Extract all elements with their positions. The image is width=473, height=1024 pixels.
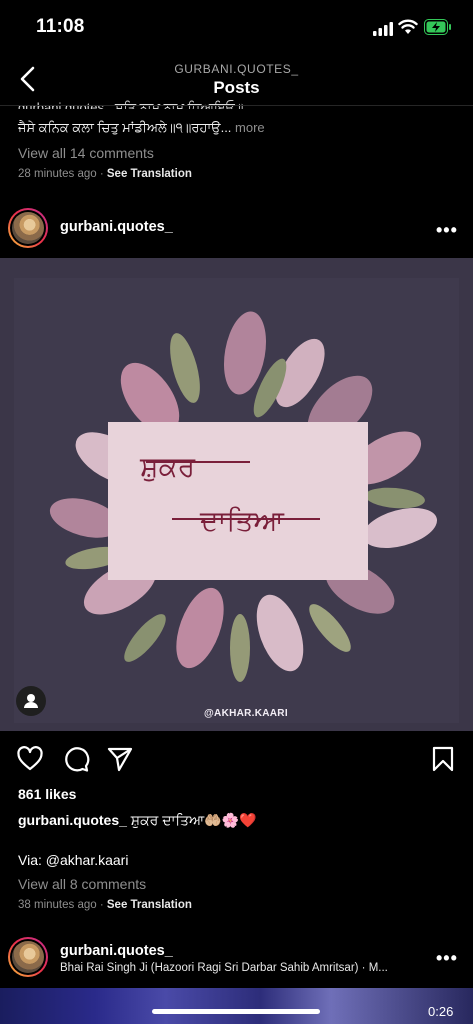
previous-post-meta: 28 minutes ago · See Translation [18,168,192,180]
via-credit: Via: @akhar.kaari [18,852,129,868]
post-time: 38 minutes ago [18,899,97,911]
wifi-icon [398,19,418,34]
caption-text: ਸ਼ੁਕਰ ਦਾਤਿਆ🤲🏼🌸❤️ [126,812,257,828]
previous-caption: ਜੈਸੇ ਕਨਿਕ ਕਲਾ ਚਿਤੁ ਮਾਂਡੀਅਲੇ॥੧॥ਰਹਾਉ... mo… [18,120,265,136]
status-time: 11:08 [36,16,85,37]
post-meta: 38 minutes ago · See Translation [18,899,192,911]
more-link[interactable]: more [231,120,265,135]
more-options-icon[interactable]: ••• [436,220,458,241]
floral-artwork: ਸ਼ੁਕਰ ਦਾਤਿਆ [14,278,459,723]
next-post-avatar[interactable] [8,937,48,977]
send-icon[interactable] [106,745,134,773]
previous-see-translation-link[interactable]: See Translation [107,168,192,180]
previous-caption-line: gurbani.quotes_ ਸਤਿ ਨਾਮੁ ਨਾਮੁ ਧਿਆਇਓ॥ [18,100,244,109]
header-divider [0,105,473,106]
battery-charging-icon [424,19,451,35]
page-title: Posts [213,78,260,97]
previous-view-comments-link[interactable]: View all 14 comments [18,145,154,161]
post-caption: gurbani.quotes_ ਸ਼ੁਕਰ ਦਾਤਿਆ🤲🏼🌸❤️ [18,812,257,829]
home-indicator[interactable] [152,1009,320,1014]
avatar[interactable] [8,208,48,248]
tagged-user-icon[interactable] [16,686,46,716]
next-more-options-icon[interactable]: ••• [436,948,458,969]
like-count[interactable]: 861 likes [18,786,76,802]
artwork-credit: @AKHAR.KAARI [204,708,288,719]
post-username[interactable]: gurbani.quotes_ [60,219,173,235]
artwork-text-line1: ਸ਼ੁਕਰ [139,450,196,483]
artwork-text-line2: ਦਾਤਿਆ [199,504,284,537]
see-translation-link[interactable]: See Translation [107,899,192,911]
view-comments-link[interactable]: View all 8 comments [18,876,146,892]
next-post-audio[interactable]: Bhai Rai Singh Ji (Hazoori Ragi Sri Darb… [60,962,388,974]
post-image[interactable]: ਸ਼ੁਕਰ ਦਾਤਿਆ [0,258,473,731]
caption-username[interactable]: gurbani.quotes_ [18,812,127,828]
previous-post-time: 28 minutes ago [18,168,97,180]
heart-icon[interactable] [16,745,44,773]
bookmark-icon[interactable] [430,745,456,773]
video-duration: 0:26 [428,1004,454,1019]
previous-caption-text: ਜੈਸੇ ਕਨਿਕ ਕਲਾ ਚਿਤੁ ਮਾਂਡੀਅਲੇ॥੧॥ਰਹਾਉ... [18,120,232,135]
next-post-video[interactable] [0,988,473,1024]
cellular-signal-icon [373,22,393,36]
comment-icon[interactable] [62,745,90,773]
header-account-name: GURBANI.QUOTES_ [174,62,299,76]
next-post-username[interactable]: gurbani.quotes_ [60,943,173,959]
